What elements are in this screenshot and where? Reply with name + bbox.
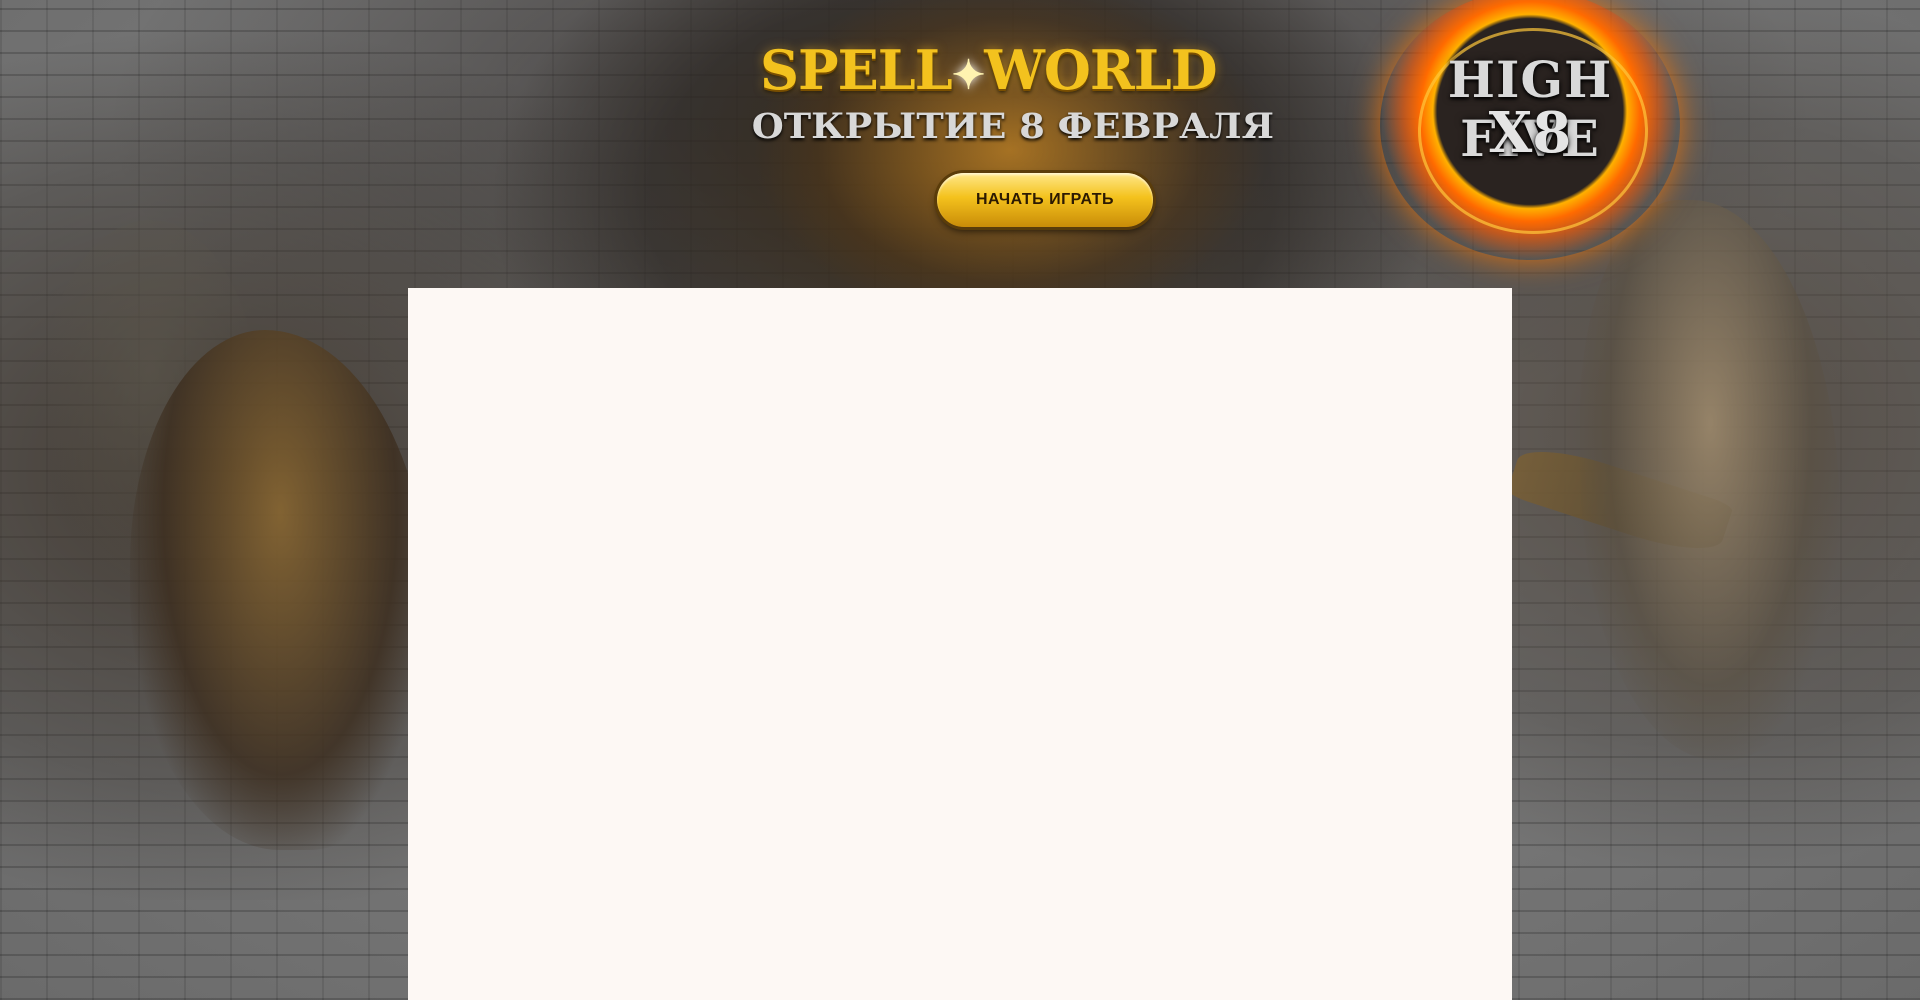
badge-rate: X8: [1488, 100, 1572, 166]
logo-left: SPELL: [760, 38, 953, 102]
main-content-panel: [408, 288, 1512, 1000]
start-playing-button[interactable]: НАЧАТЬ ИГРАТЬ: [937, 173, 1153, 227]
star-icon: ✦: [951, 51, 986, 99]
spellworld-logo: SPELL✦WORLD: [760, 38, 1218, 102]
logo-right: WORLD: [984, 38, 1217, 102]
opening-date-text: ОТКРЫТИЕ 8 ФЕВРАЛЯ: [751, 106, 1274, 147]
